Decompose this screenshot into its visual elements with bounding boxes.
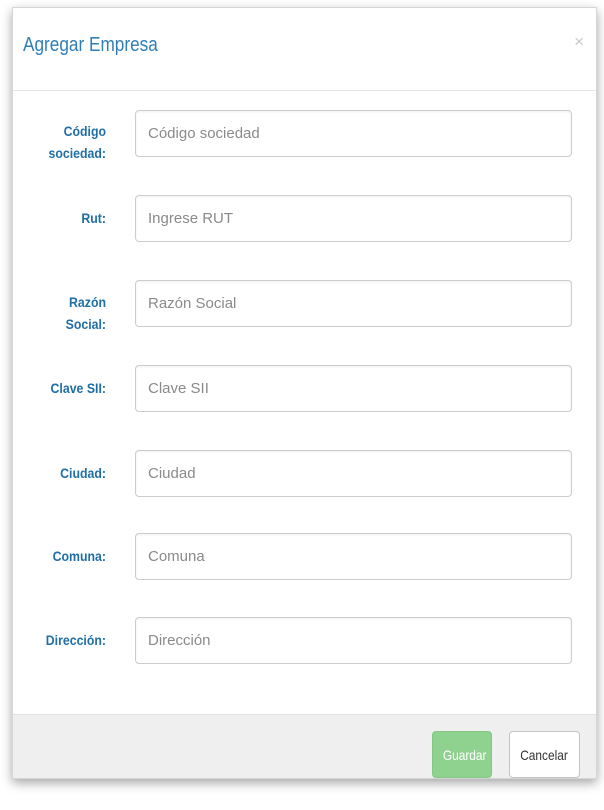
rut-label-text: Rut:	[81, 210, 106, 226]
razon-social-label-line2: Social:	[65, 316, 106, 332]
direccion-label-text: Dirección:	[45, 632, 106, 648]
ciudad-label: Ciudad:	[18, 462, 106, 484]
close-icon[interactable]: ×	[574, 32, 584, 52]
codigo-sociedad-label: Código sociedad:	[18, 120, 106, 164]
rut-input[interactable]	[135, 195, 572, 242]
clave-sii-label-text: Clave SII:	[50, 380, 106, 396]
modal-footer: Guardar Cancelar	[13, 714, 596, 778]
cancel-button-label: Cancelar	[520, 746, 569, 763]
codigo-sociedad-label-line2: sociedad:	[48, 145, 106, 161]
comuna-label-text: Comuna:	[52, 548, 106, 564]
modal-title: Agregar Empresa	[23, 34, 158, 56]
comuna-label: Comuna:	[18, 545, 106, 567]
razon-social-label-line1: Razón	[69, 294, 106, 310]
rut-label: Rut:	[18, 207, 106, 229]
codigo-sociedad-input[interactable]	[135, 110, 572, 157]
save-button[interactable]: Guardar	[432, 731, 492, 778]
direccion-label: Dirección:	[18, 629, 106, 651]
ciudad-label-text: Ciudad:	[60, 465, 106, 481]
cancel-button[interactable]: Cancelar	[509, 731, 580, 778]
comuna-input[interactable]	[135, 533, 572, 580]
razon-social-label: Razón Social:	[18, 291, 106, 335]
ciudad-input[interactable]	[135, 450, 572, 497]
modal-header: Agregar Empresa ×	[13, 8, 596, 91]
add-company-modal: Agregar Empresa × Código sociedad: Rut: …	[12, 7, 597, 779]
direccion-input[interactable]	[135, 617, 572, 664]
razon-social-input[interactable]	[135, 280, 572, 327]
codigo-sociedad-label-line1: Código	[63, 123, 106, 139]
save-button-label: Guardar	[442, 746, 487, 763]
clave-sii-label: Clave SII:	[18, 377, 106, 399]
clave-sii-input[interactable]	[135, 365, 572, 412]
